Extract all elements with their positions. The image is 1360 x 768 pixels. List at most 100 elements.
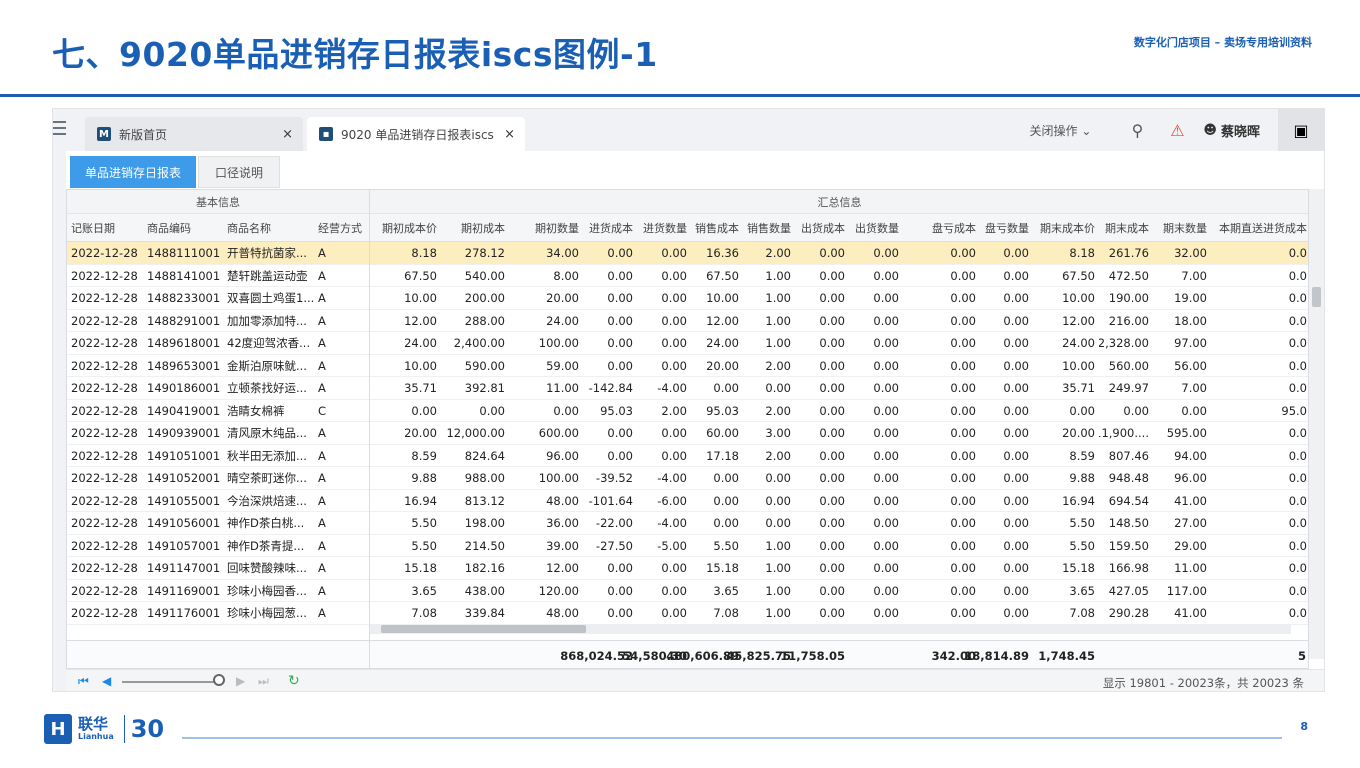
table-cell: 1490939001	[147, 426, 221, 440]
column-header[interactable]: 销售成本	[691, 214, 743, 242]
table-row[interactable]: 2022-12-28 1489618001 42度迎驾浓香... A 24.00 2,40…	[67, 332, 1308, 355]
table-cell: 晴空茶町迷你...	[227, 471, 307, 485]
table-cell: 0.00	[479, 403, 505, 418]
table-row[interactable]: 2022-12-28 1488111001 开普特抗菌家... A 8.18 278.12…	[67, 242, 1308, 265]
table-row[interactable]: 2022-12-28 1491055001 今治深烘焙速... A 16.94 813.1…	[67, 490, 1308, 512]
table-cell: 0.00	[713, 471, 739, 485]
subtab-report[interactable]: 单品进销存日报表	[70, 156, 196, 188]
table-row[interactable]: 2022-12-28 1491169001 珍味小梅园香... A 3.65 438.00…	[67, 580, 1308, 602]
table-cell: 1491176001	[147, 606, 221, 620]
column-header[interactable]: 出货数量	[849, 214, 903, 242]
column-header[interactable]: 记账日期	[67, 214, 143, 242]
column-header[interactable]: 商品编码	[143, 214, 223, 242]
first-page-icon[interactable]: ⏮	[78, 674, 89, 689]
scroll-thumb[interactable]	[1312, 287, 1321, 307]
column-header[interactable]: 本期直送进货成本	[1211, 214, 1308, 242]
table-cell: 0.00	[950, 313, 976, 328]
table-row[interactable]: 2022-12-28 1491052001 晴空茶町迷你... A 9.88 988.00…	[67, 467, 1308, 490]
table-cell: A	[318, 246, 326, 260]
table-cell: 1491056001	[147, 516, 221, 530]
table-cell: 神作D茶白桃...	[227, 516, 305, 530]
table-cell: 48.00	[546, 493, 579, 508]
table-row[interactable]: 2022-12-28 1491056001 神作D茶白桃... A 5.50 198.00…	[67, 512, 1308, 535]
table-cell: 3.65	[1069, 583, 1095, 598]
tab-report[interactable]: ▪ 9020 单品进销存日报表iscs ×	[307, 117, 525, 151]
table-cell: 12.00	[706, 313, 739, 328]
column-header[interactable]: 盘亏数量	[980, 214, 1033, 242]
refresh-icon[interactable]: ↻	[288, 673, 300, 689]
company-logo: H 联华 Lianhua 30	[44, 714, 164, 744]
table-cell: 0.00	[819, 313, 845, 328]
table-row[interactable]: 2022-12-28 1488291001 加加零添加特... A 12.00 288.0…	[67, 310, 1308, 332]
column-header[interactable]: 期初成本价	[369, 214, 441, 242]
page-slider[interactable]	[122, 681, 222, 683]
table-cell: 1.00	[765, 313, 791, 328]
column-header[interactable]: 经营方式	[314, 214, 369, 242]
table-cell: 0.00	[950, 561, 976, 575]
table-cell: 楚轩跳盖运动壶	[227, 268, 308, 283]
column-header[interactable]: 期初数量	[509, 214, 583, 242]
table-row[interactable]: 2022-12-28 1490939001 清风原木纯品... A 20.00 12,00…	[67, 422, 1308, 445]
column-header[interactable]: 盘亏成本	[903, 214, 980, 242]
menu-icon[interactable]	[53, 121, 67, 137]
column-header[interactable]: 进货数量	[637, 214, 691, 242]
table-cell: 0.00	[819, 448, 845, 463]
table-row[interactable]: 2022-12-28 1488233001 双喜圆土鸡蛋1... A 10.00 200.…	[67, 287, 1308, 310]
column-header[interactable]: 出货成本	[795, 214, 849, 242]
table-cell: 95.03	[600, 403, 633, 418]
close-icon[interactable]: ×	[282, 127, 293, 142]
table-cell: 2022-12-28	[71, 291, 138, 305]
close-icon[interactable]: ×	[504, 127, 515, 142]
column-header[interactable]: 期末成本	[1099, 214, 1153, 242]
vertical-scrollbar[interactable]	[1309, 189, 1324, 659]
tab-home[interactable]: M 新版首页 ×	[85, 117, 303, 151]
monitor-icon[interactable]: ▣	[1278, 109, 1324, 151]
bell-icon[interactable]: ⚠	[1157, 109, 1197, 151]
user-menu[interactable]: ☻ 蔡晓晖	[1203, 121, 1260, 140]
table-cell: 190.00	[1108, 291, 1149, 305]
last-page-icon[interactable]: ⏭	[258, 674, 269, 689]
horizontal-scrollbar[interactable]	[369, 624, 1291, 634]
subtab-definition[interactable]: 口径说明	[198, 156, 280, 188]
table-cell: A	[318, 381, 326, 395]
table-cell: 5.50	[713, 538, 739, 553]
table-row[interactable]: 2022-12-28 1490419001 浩睛女棉裤 C 0.00 0.00 0.00 95…	[67, 400, 1308, 422]
prev-page-icon[interactable]: ◀	[102, 674, 111, 688]
table-cell: 15.18	[706, 561, 739, 575]
table-cell: 198.00	[464, 516, 505, 530]
table-cell: 0.00	[1003, 403, 1029, 418]
table-cell: 0.00	[713, 516, 739, 530]
column-header[interactable]: 销售数量	[743, 214, 795, 242]
table-cell: 10.00	[1062, 291, 1095, 305]
column-header[interactable]: 期末成本价	[1033, 214, 1099, 242]
search-icon[interactable]: ⚲	[1117, 109, 1157, 151]
table-cell: 7.08	[1069, 606, 1095, 620]
column-header[interactable]: 期初成本	[441, 214, 509, 242]
table-cell: 3.65	[713, 583, 739, 598]
table-cell: 0.00	[819, 268, 845, 283]
next-page-icon[interactable]: ▶	[236, 674, 245, 688]
table-cell: 0.00	[873, 516, 899, 530]
table-row[interactable]: 2022-12-28 1491176001 珍味小梅园葱... A 7.08 339.84…	[67, 602, 1308, 625]
table-cell: 2022-12-28	[71, 381, 138, 395]
table-cell: 0.00	[607, 448, 633, 463]
table-cell: 2022-12-28	[71, 606, 138, 620]
table-row[interactable]: 2022-12-28 1489653001 金斯泊原味鱿... A 10.00 590.0…	[67, 355, 1308, 377]
table-cell: 10.00	[404, 358, 437, 373]
user-name: 蔡晓晖	[1220, 124, 1260, 140]
page-slider-knob[interactable]	[213, 674, 225, 686]
table-cell: 0.00	[1069, 403, 1095, 418]
table-cell: 11.00	[1174, 561, 1207, 575]
column-header[interactable]: 进货成本	[583, 214, 637, 242]
table-cell: 0.00	[661, 268, 687, 283]
table-cell: 5.50	[411, 516, 437, 530]
close-operations-dropdown[interactable]: 关闭操作 ⌄	[1030, 122, 1092, 139]
table-row[interactable]: 2022-12-28 1491051001 秋半田无添加... A 8.59 824.64…	[67, 445, 1308, 467]
scroll-thumb[interactable]	[381, 625, 586, 633]
table-row[interactable]: 2022-12-28 1491057001 神作D茶青提... A 5.50 214.50…	[67, 535, 1308, 557]
table-row[interactable]: 2022-12-28 1488141001 楚轩跳盖运动壶 A 67.50 540.00 8…	[67, 265, 1308, 287]
table-row[interactable]: 2022-12-28 1490186001 立顿茶找好运... A 35.71 392.8…	[67, 377, 1308, 400]
column-header[interactable]: 期末数量	[1153, 214, 1211, 242]
table-row[interactable]: 2022-12-28 1491147001 回味赞酸辣味... A 15.18 182.1…	[67, 557, 1308, 580]
column-header[interactable]: 商品名称	[223, 214, 314, 242]
